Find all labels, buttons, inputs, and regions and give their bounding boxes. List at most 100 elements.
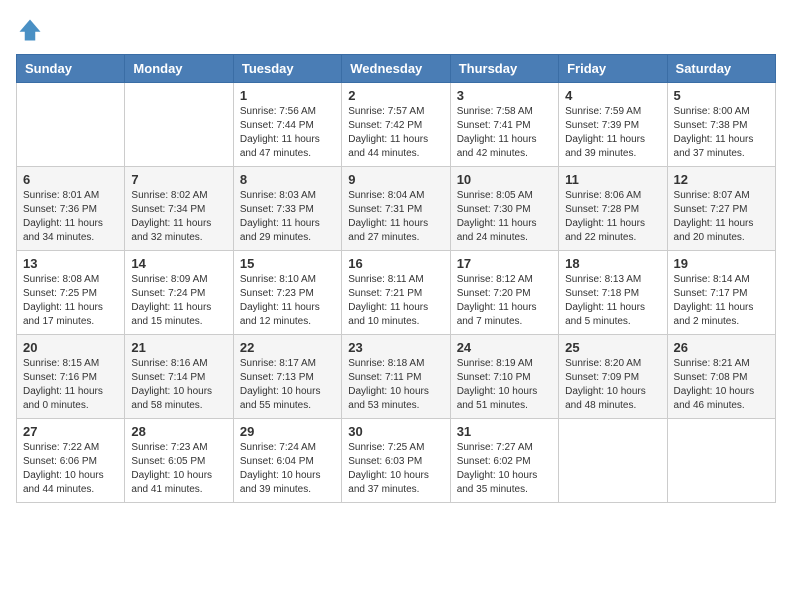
- calendar-cell: 5 Sunrise: 8:00 AM Sunset: 7:38 PM Daylig…: [667, 83, 775, 167]
- day-number: 10: [457, 172, 552, 187]
- day-info: Sunrise: 8:04 AM Sunset: 7:31 PM Dayligh…: [348, 189, 443, 245]
- day-number: 18: [565, 256, 660, 271]
- day-header: Thursday: [450, 55, 558, 83]
- day-info: Sunrise: 8:11 AM Sunset: 7:21 PM Dayligh…: [348, 273, 443, 329]
- day-number: 27: [23, 424, 118, 439]
- calendar-cell: [125, 83, 233, 167]
- calendar-cell: 23 Sunrise: 8:18 AM Sunset: 7:11 PM Dayli…: [342, 335, 450, 419]
- day-info: Sunrise: 8:14 AM Sunset: 7:17 PM Dayligh…: [674, 273, 769, 329]
- day-number: 7: [131, 172, 226, 187]
- calendar-cell: 16Sunrise: 8:11 AM Sunset: 7:21 PM Dayli…: [342, 251, 450, 335]
- day-number: 30: [348, 424, 443, 439]
- day-info: Sunrise: 8:17 AM Sunset: 7:13 PM Dayligh…: [240, 357, 335, 413]
- calendar-cell: 18 Sunrise: 8:13 AM Sunset: 7:18 PM Dayli…: [559, 251, 667, 335]
- logo-icon: [16, 16, 44, 44]
- day-number: 14: [131, 256, 226, 271]
- day-number: 28: [131, 424, 226, 439]
- logo: [16, 16, 48, 44]
- page-header: [16, 16, 776, 44]
- day-info: Sunrise: 8:10 AM Sunset: 7:23 PM Dayligh…: [240, 273, 335, 329]
- calendar-cell: 24 Sunrise: 8:19 AM Sunset: 7:10 PM Dayli…: [450, 335, 558, 419]
- calendar-cell: [17, 83, 125, 167]
- day-info: Sunrise: 7:59 AM Sunset: 7:39 PM Dayligh…: [565, 105, 660, 161]
- day-info: Sunrise: 7:58 AM Sunset: 7:41 PM Dayligh…: [457, 105, 552, 161]
- day-info: Sunrise: 7:22 AM Sunset: 6:06 PM Dayligh…: [23, 441, 118, 497]
- day-header: Saturday: [667, 55, 775, 83]
- day-info: Sunrise: 7:27 AM Sunset: 6:02 PM Dayligh…: [457, 441, 552, 497]
- day-info: Sunrise: 8:08 AM Sunset: 7:25 PM Dayligh…: [23, 273, 118, 329]
- day-number: 17: [457, 256, 552, 271]
- calendar-cell: 4 Sunrise: 7:59 AM Sunset: 7:39 PM Daylig…: [559, 83, 667, 167]
- day-number: 13: [23, 256, 118, 271]
- calendar-cell: 25 Sunrise: 8:20 AM Sunset: 7:09 PM Dayli…: [559, 335, 667, 419]
- day-number: 11: [565, 172, 660, 187]
- calendar-header-row: SundayMondayTuesdayWednesdayThursdayFrid…: [17, 55, 776, 83]
- day-info: Sunrise: 8:01 AM Sunset: 7:36 PM Dayligh…: [23, 189, 118, 245]
- day-info: Sunrise: 8:07 AM Sunset: 7:27 PM Dayligh…: [674, 189, 769, 245]
- day-number: 31: [457, 424, 552, 439]
- calendar-cell: 30 Sunrise: 7:25 AM Sunset: 6:03 PM Dayli…: [342, 419, 450, 503]
- day-number: 8: [240, 172, 335, 187]
- day-info: Sunrise: 8:02 AM Sunset: 7:34 PM Dayligh…: [131, 189, 226, 245]
- day-info: Sunrise: 8:13 AM Sunset: 7:18 PM Dayligh…: [565, 273, 660, 329]
- calendar-cell: 11Sunrise: 8:06 AM Sunset: 7:28 PM Dayli…: [559, 167, 667, 251]
- day-number: 1: [240, 88, 335, 103]
- calendar-cell: 9Sunrise: 8:04 AM Sunset: 7:31 PM Daylig…: [342, 167, 450, 251]
- day-info: Sunrise: 8:00 AM Sunset: 7:38 PM Dayligh…: [674, 105, 769, 161]
- day-number: 22: [240, 340, 335, 355]
- calendar-cell: 26 Sunrise: 8:21 AM Sunset: 7:08 PM Dayli…: [667, 335, 775, 419]
- calendar-cell: 14 Sunrise: 8:09 AM Sunset: 7:24 PM Dayli…: [125, 251, 233, 335]
- day-info: Sunrise: 8:12 AM Sunset: 7:20 PM Dayligh…: [457, 273, 552, 329]
- day-number: 2: [348, 88, 443, 103]
- calendar-cell: 20 Sunrise: 8:15 AM Sunset: 7:16 PM Dayli…: [17, 335, 125, 419]
- calendar-cell: 27 Sunrise: 7:22 AM Sunset: 6:06 PM Dayli…: [17, 419, 125, 503]
- day-info: Sunrise: 7:23 AM Sunset: 6:05 PM Dayligh…: [131, 441, 226, 497]
- day-number: 26: [674, 340, 769, 355]
- calendar-cell: 15 Sunrise: 8:10 AM Sunset: 7:23 PM Dayli…: [233, 251, 341, 335]
- calendar-week-row: 13 Sunrise: 8:08 AM Sunset: 7:25 PM Dayli…: [17, 251, 776, 335]
- day-number: 21: [131, 340, 226, 355]
- day-number: 24: [457, 340, 552, 355]
- day-info: Sunrise: 8:09 AM Sunset: 7:24 PM Dayligh…: [131, 273, 226, 329]
- day-info: Sunrise: 8:18 AM Sunset: 7:11 PM Dayligh…: [348, 357, 443, 413]
- day-info: Sunrise: 8:21 AM Sunset: 7:08 PM Dayligh…: [674, 357, 769, 413]
- day-number: 3: [457, 88, 552, 103]
- calendar-cell: 29 Sunrise: 7:24 AM Sunset: 6:04 PM Dayli…: [233, 419, 341, 503]
- calendar-cell: 22 Sunrise: 8:17 AM Sunset: 7:13 PM Dayli…: [233, 335, 341, 419]
- calendar-cell: 21 Sunrise: 8:16 AM Sunset: 7:14 PM Dayli…: [125, 335, 233, 419]
- day-number: 25: [565, 340, 660, 355]
- calendar-cell: 17 Sunrise: 8:12 AM Sunset: 7:20 PM Dayli…: [450, 251, 558, 335]
- day-number: 19: [674, 256, 769, 271]
- calendar-table: SundayMondayTuesdayWednesdayThursdayFrid…: [16, 54, 776, 503]
- day-info: Sunrise: 8:20 AM Sunset: 7:09 PM Dayligh…: [565, 357, 660, 413]
- calendar-cell: [559, 419, 667, 503]
- day-number: 4: [565, 88, 660, 103]
- day-number: 23: [348, 340, 443, 355]
- calendar-week-row: 1Sunrise: 7:56 AM Sunset: 7:44 PM Daylig…: [17, 83, 776, 167]
- day-info: Sunrise: 7:24 AM Sunset: 6:04 PM Dayligh…: [240, 441, 335, 497]
- day-info: Sunrise: 8:19 AM Sunset: 7:10 PM Dayligh…: [457, 357, 552, 413]
- day-header: Monday: [125, 55, 233, 83]
- calendar-cell: 10Sunrise: 8:05 AM Sunset: 7:30 PM Dayli…: [450, 167, 558, 251]
- day-info: Sunrise: 8:15 AM Sunset: 7:16 PM Dayligh…: [23, 357, 118, 413]
- calendar-week-row: 20 Sunrise: 8:15 AM Sunset: 7:16 PM Dayli…: [17, 335, 776, 419]
- day-header: Friday: [559, 55, 667, 83]
- day-info: Sunrise: 8:16 AM Sunset: 7:14 PM Dayligh…: [131, 357, 226, 413]
- day-number: 29: [240, 424, 335, 439]
- day-number: 20: [23, 340, 118, 355]
- day-number: 5: [674, 88, 769, 103]
- day-header: Tuesday: [233, 55, 341, 83]
- calendar-cell: 19 Sunrise: 8:14 AM Sunset: 7:17 PM Dayli…: [667, 251, 775, 335]
- day-info: Sunrise: 7:25 AM Sunset: 6:03 PM Dayligh…: [348, 441, 443, 497]
- day-number: 15: [240, 256, 335, 271]
- day-info: Sunrise: 7:57 AM Sunset: 7:42 PM Dayligh…: [348, 105, 443, 161]
- day-header: Wednesday: [342, 55, 450, 83]
- calendar-cell: 8 Sunrise: 8:03 AM Sunset: 7:33 PM Daylig…: [233, 167, 341, 251]
- calendar-week-row: 6 Sunrise: 8:01 AM Sunset: 7:36 PM Daylig…: [17, 167, 776, 251]
- day-info: Sunrise: 8:03 AM Sunset: 7:33 PM Dayligh…: [240, 189, 335, 245]
- day-number: 6: [23, 172, 118, 187]
- calendar-cell: 6 Sunrise: 8:01 AM Sunset: 7:36 PM Daylig…: [17, 167, 125, 251]
- calendar-cell: 13 Sunrise: 8:08 AM Sunset: 7:25 PM Dayli…: [17, 251, 125, 335]
- calendar-cell: 2 Sunrise: 7:57 AM Sunset: 7:42 PM Daylig…: [342, 83, 450, 167]
- calendar-cell: 7 Sunrise: 8:02 AM Sunset: 7:34 PM Daylig…: [125, 167, 233, 251]
